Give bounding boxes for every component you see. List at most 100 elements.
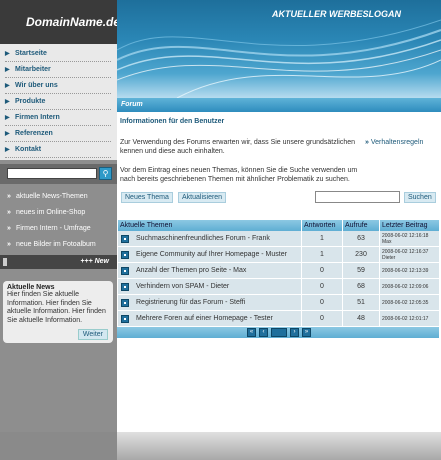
- topic-title[interactable]: Eigene Community auf Ihrer Homepage - Mu…: [136, 251, 287, 258]
- prev-page-icon[interactable]: ‹: [259, 328, 268, 337]
- answers-cell: 0: [302, 279, 343, 294]
- arrow-icon: ▶: [5, 83, 10, 89]
- topic-cell: Registrierung für das Forum - Steffi: [118, 295, 302, 310]
- rules-label: Verhaltensregeln: [370, 139, 424, 146]
- topic-cell: Eigene Community auf Ihrer Homepage - Mu…: [118, 247, 302, 262]
- link-label: aktuelle News-Themen: [16, 192, 88, 200]
- views-cell: 48: [343, 311, 380, 326]
- page-number-input[interactable]: [271, 328, 287, 337]
- topic-title[interactable]: Suchmaschinenfreundliches Forum - Frank: [136, 235, 270, 242]
- last-post-cell: 2008-06-02 12:05:35: [380, 295, 440, 310]
- bar-marker: [3, 258, 7, 266]
- header-banner: AKTUELLER WERBESLOGAN: [117, 0, 441, 98]
- last-page-icon[interactable]: »: [302, 328, 311, 337]
- link-label: neue Bilder im Fotoalbum: [16, 240, 96, 248]
- link-umfrage[interactable]: » Firmen Intern - Umfrage: [0, 220, 117, 236]
- first-page-icon[interactable]: «: [247, 328, 256, 337]
- main-nav: ▶ Startseite ▶ Mitarbeiter ▶ Wir über uns ▶…: [0, 44, 117, 160]
- last-post-date: 2008-06-02 12:09:06: [382, 283, 429, 290]
- answers-cell: 0: [302, 311, 343, 326]
- topic-cell: Anzahl der Themen pro Seite - Max: [118, 263, 302, 278]
- nav-label: Mitarbeiter: [15, 66, 51, 73]
- answers-cell: 0: [302, 263, 343, 278]
- nav-label: Produkte: [15, 98, 46, 105]
- nav-item-firmen-intern[interactable]: ▶ Firmen Intern: [5, 110, 111, 126]
- footer: [117, 432, 441, 460]
- link-fotoalbum[interactable]: » neue Bilder im Fotoalbum: [0, 236, 117, 252]
- col-answers[interactable]: Antworten: [302, 220, 343, 231]
- nav-item-kontakt[interactable]: ▶ Kontakt: [5, 142, 111, 158]
- views-cell: 230: [343, 247, 380, 262]
- table-row[interactable]: Suchmaschinenfreundliches Forum - Frank …: [118, 231, 440, 247]
- last-post-cell: 2008-06-02 12:13:39: [380, 263, 440, 278]
- last-post-user: Max: [382, 238, 392, 245]
- topic-icon: [121, 234, 129, 243]
- table-header: Aktuelle Themen Antworten Aufrufe Letzte…: [118, 220, 440, 231]
- info-title: Informationen für den Benutzer: [120, 118, 225, 125]
- col-topics[interactable]: Aktuelle Themen: [118, 220, 302, 231]
- nav-item-mitarbeiter[interactable]: ▶ Mitarbeiter: [5, 62, 111, 78]
- quick-links: » aktuelle News-Themen » neues im Online-S…: [0, 188, 117, 252]
- last-post-cell: 2008-06-02 12:09:06: [380, 279, 440, 294]
- views-cell: 59: [343, 263, 380, 278]
- search-icon[interactable]: ⚲: [99, 167, 112, 180]
- table-row[interactable]: Verhindern von SPAM - Dieter 0 68 2008-0…: [118, 279, 440, 295]
- news-title: Aktuelle News: [7, 284, 55, 291]
- last-post-date: 2008-06-02 12:01:17: [382, 315, 429, 322]
- forum-search-input[interactable]: [315, 191, 400, 203]
- news-more-button[interactable]: Weiter: [77, 329, 108, 340]
- news-box: Aktuelle News Hier finden Sie aktuelle I…: [3, 281, 113, 343]
- next-page-icon[interactable]: ›: [290, 328, 299, 337]
- main-content: Informationen für den Benutzer Zur Verwe…: [117, 112, 441, 432]
- topics-table: Aktuelle Themen Antworten Aufrufe Letzte…: [118, 220, 440, 327]
- table-row[interactable]: Mehrere Foren auf einer Homepage - Teste…: [118, 311, 440, 327]
- nav-item-referenzen[interactable]: ▶ Referenzen: [5, 126, 111, 142]
- link-news-themen[interactable]: » aktuelle News-Themen: [0, 188, 117, 204]
- double-arrow-icon: »: [7, 224, 11, 232]
- nav-label: Firmen Intern: [15, 114, 60, 121]
- nav-item-startseite[interactable]: ▶ Startseite: [5, 46, 111, 62]
- info-text-2: Vor dem Eintrag eines neuen Themas, könn…: [120, 167, 358, 183]
- topic-title[interactable]: Mehrere Foren auf einer Homepage - Teste…: [136, 315, 273, 322]
- last-post-cell: 2008-06-02 12:16:18 Max: [380, 231, 440, 246]
- col-views[interactable]: Aufrufe: [343, 220, 380, 231]
- last-post-user: Dieter: [382, 254, 396, 261]
- search-button[interactable]: Suchen: [404, 192, 436, 203]
- last-post-date: 2008-06-02 12:05:35: [382, 299, 429, 306]
- topic-icon: [121, 282, 129, 291]
- arrow-icon: ▶: [5, 99, 10, 105]
- nav-item-produkte[interactable]: ▶ Produkte: [5, 94, 111, 110]
- nav-item-wir-ueber-uns[interactable]: ▶ Wir über uns: [5, 78, 111, 94]
- new-topic-button[interactable]: Neues Thema: [121, 192, 173, 203]
- arrow-icon: ▶: [5, 67, 10, 73]
- link-online-shop[interactable]: » neues im Online-Shop: [0, 204, 117, 220]
- pager: « ‹ › »: [117, 327, 439, 338]
- topic-title[interactable]: Registrierung für das Forum - Steffi: [136, 299, 245, 306]
- last-post-cell: 2008-06-02 12:01:17: [380, 311, 440, 326]
- double-arrow-icon: »: [7, 208, 11, 216]
- refresh-button[interactable]: Aktualisieren: [178, 192, 227, 203]
- col-last-post[interactable]: Letzter Beitrag: [380, 220, 440, 231]
- left-column: DomainName.de ▶ Startseite ▶ Mitarbeiter ▶…: [0, 0, 120, 460]
- sidebar-search-input[interactable]: [7, 168, 97, 179]
- answers-cell: 1: [302, 247, 343, 262]
- nav-label: Kontakt: [15, 146, 42, 153]
- topic-title[interactable]: Verhindern von SPAM - Dieter: [136, 283, 229, 290]
- arrow-icon: ▶: [5, 51, 10, 57]
- arrow-icon: ▶: [5, 115, 10, 121]
- double-arrow-icon: »: [7, 240, 11, 248]
- last-post-cell: 2008-06-02 12:16:37 Dieter: [380, 247, 440, 262]
- new-bar-label: +++ New: [80, 258, 109, 265]
- topic-title[interactable]: Anzahl der Themen pro Seite - Max: [136, 267, 246, 274]
- sidebar-search: ⚲: [0, 164, 117, 184]
- views-cell: 63: [343, 231, 380, 246]
- rules-link[interactable]: » Verhaltensregeln: [365, 139, 423, 146]
- table-row[interactable]: Anzahl der Themen pro Seite - Max 0 59 2…: [118, 263, 440, 279]
- views-cell: 68: [343, 279, 380, 294]
- topic-icon: [121, 298, 129, 307]
- site-logo[interactable]: DomainName.de: [0, 0, 120, 44]
- slogan: AKTUELLER WERBESLOGAN: [272, 9, 401, 19]
- table-row[interactable]: Registrierung für das Forum - Steffi 0 5…: [118, 295, 440, 311]
- topic-icon: [121, 266, 129, 275]
- table-row[interactable]: Eigene Community auf Ihrer Homepage - Mu…: [118, 247, 440, 263]
